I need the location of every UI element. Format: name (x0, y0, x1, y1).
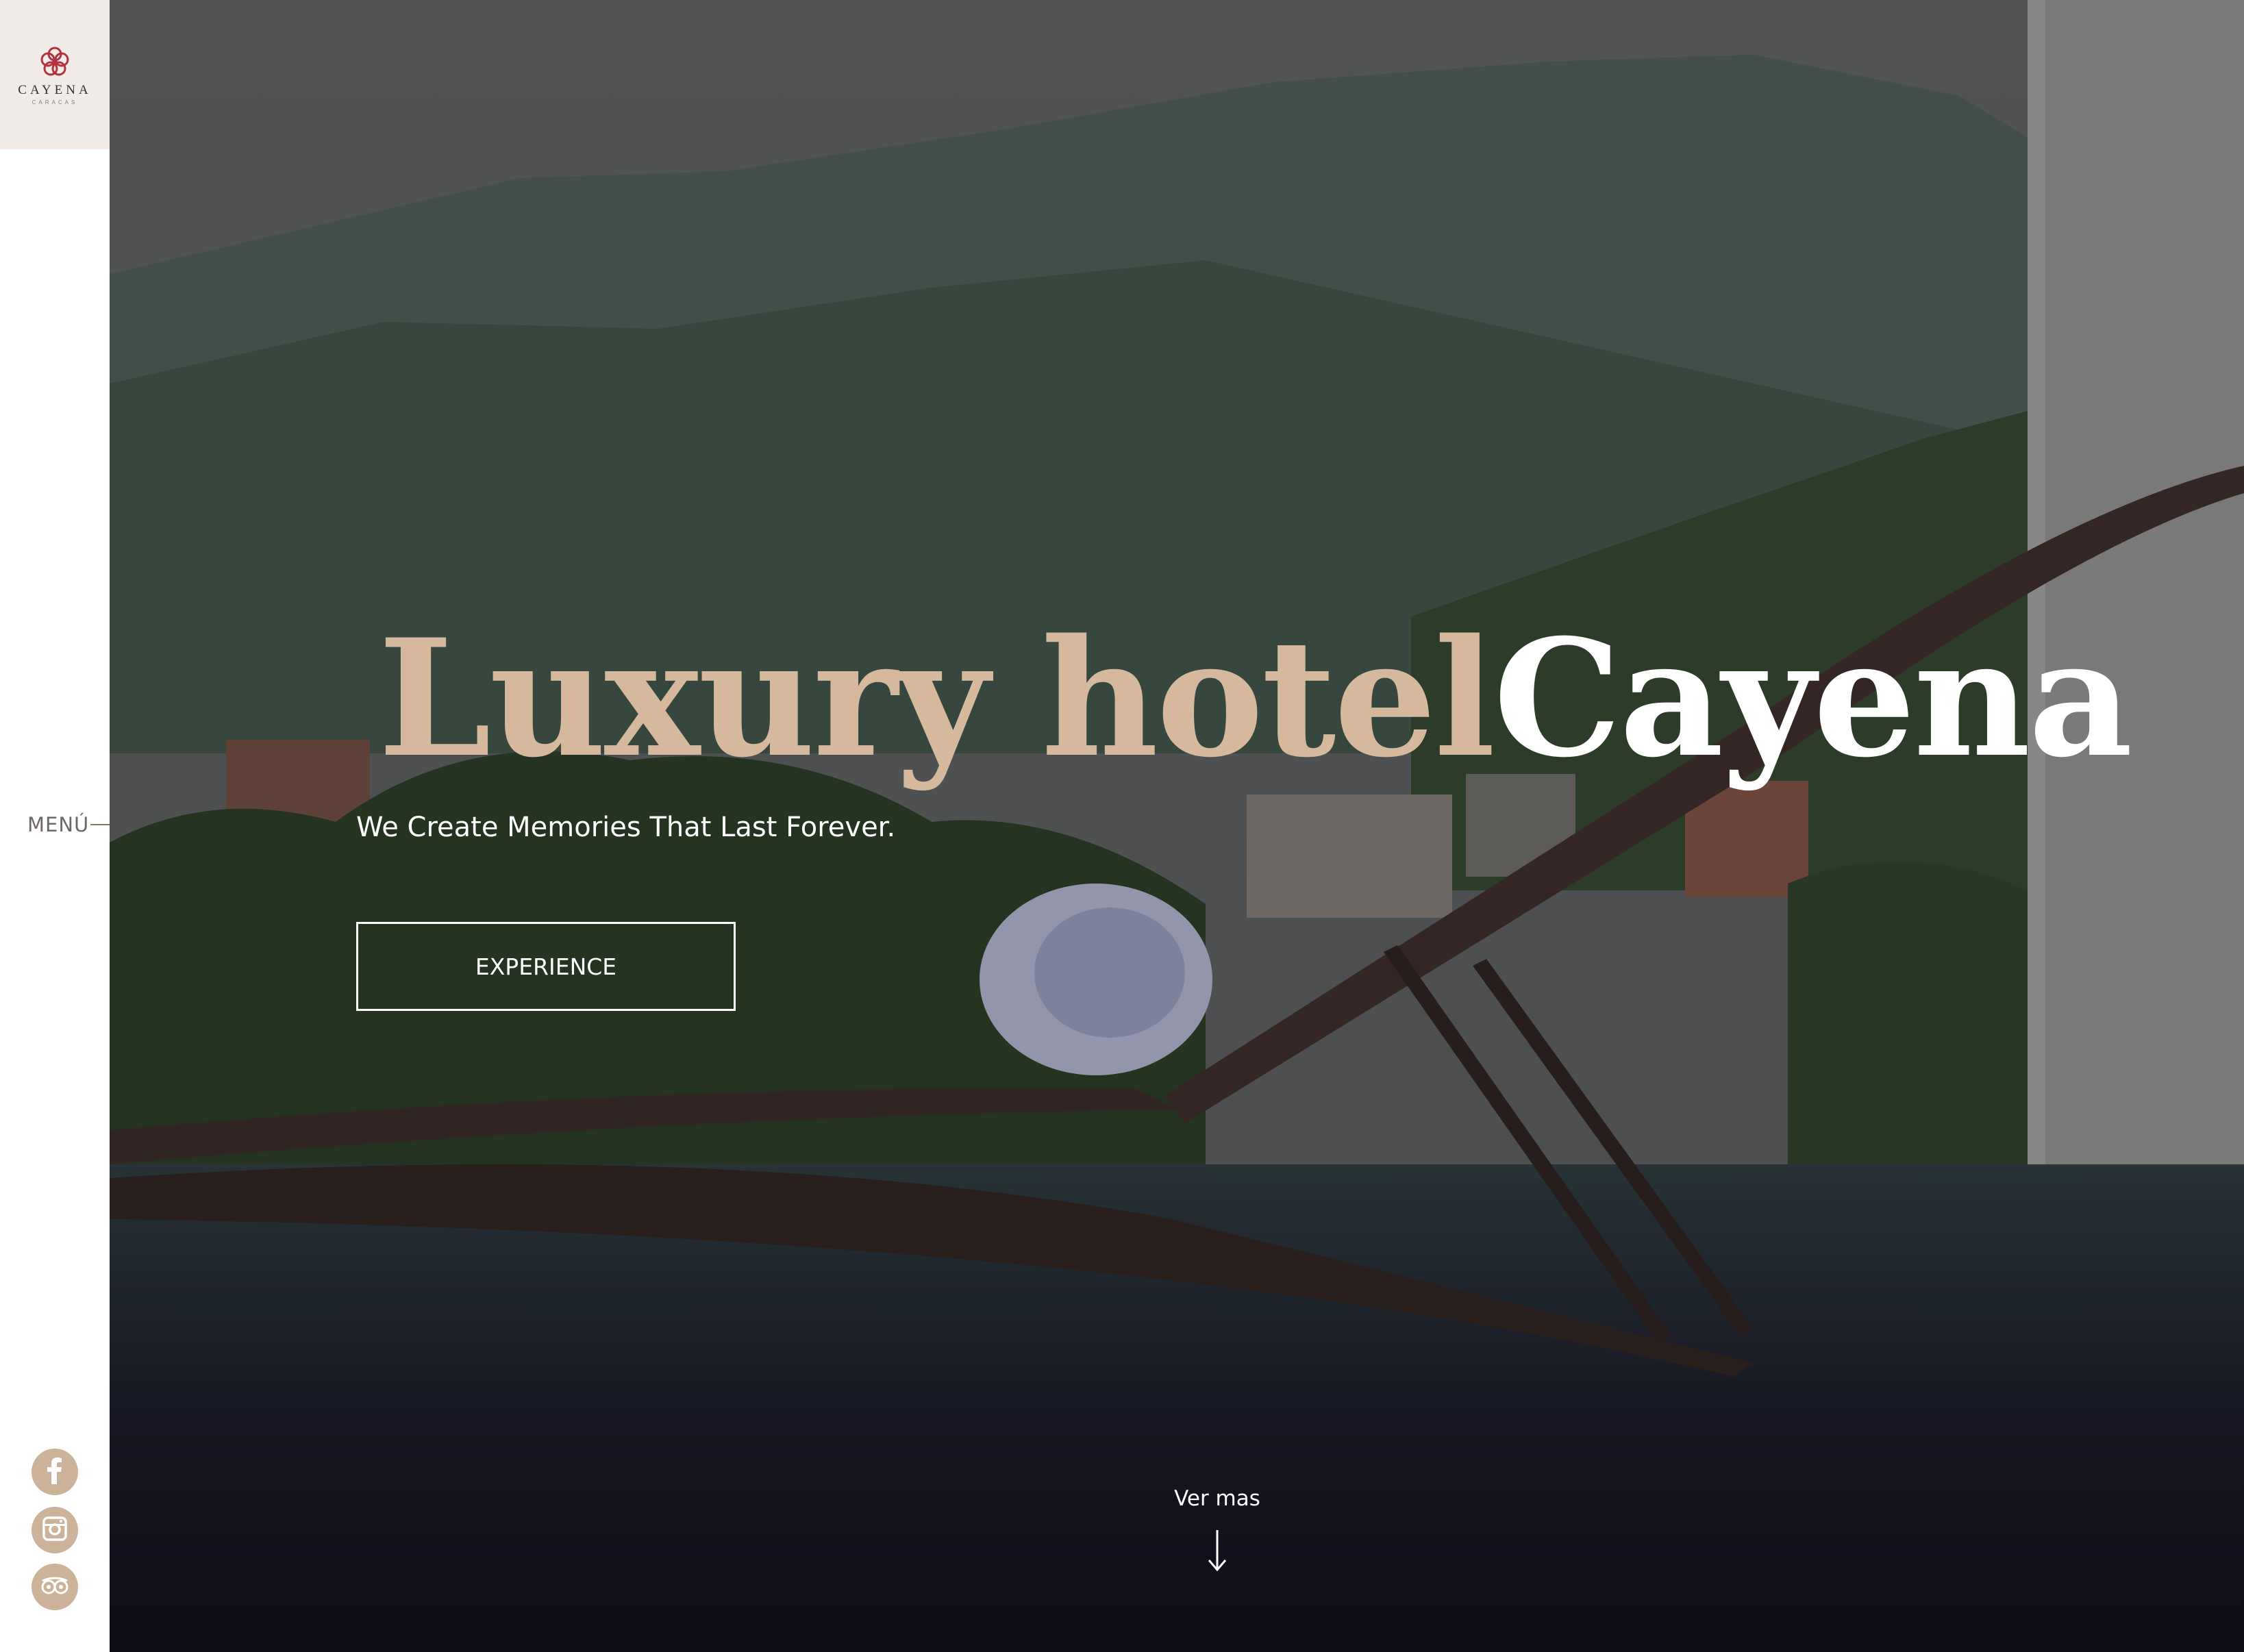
tripadvisor-link[interactable] (32, 1564, 78, 1610)
hero-subtitle: We Create Memories That Last Forever. (356, 812, 896, 843)
logo-name: CAYENA (18, 82, 92, 97)
facebook-icon (45, 1457, 65, 1488)
sidebar: CAYENA CARACAS MENÚ (0, 0, 136, 1652)
hero-section: Luxury hotelCayena We Create Memories Th… (110, 0, 2244, 1652)
menu-label: MENÚ (27, 813, 90, 836)
tripadvisor-icon (40, 1575, 70, 1599)
scroll-down-link[interactable]: Ver mas (1135, 1486, 1299, 1511)
hero-title-part2: Cayena (1493, 604, 2132, 793)
experience-button[interactable]: EXPERIENCE (356, 922, 736, 1011)
logo[interactable]: CAYENA CARACAS (0, 0, 110, 149)
hero-title-part1: Luxury hotel (378, 604, 1495, 793)
flower-logo-icon (38, 45, 72, 79)
logo-subtitle: CARACAS (32, 99, 78, 105)
hero-title: Luxury hotelCayena (378, 603, 2133, 794)
arrow-down-icon[interactable] (1204, 1527, 1231, 1575)
facebook-link[interactable] (32, 1449, 78, 1495)
instagram-link[interactable] (32, 1507, 78, 1553)
instagram-icon (42, 1516, 68, 1545)
